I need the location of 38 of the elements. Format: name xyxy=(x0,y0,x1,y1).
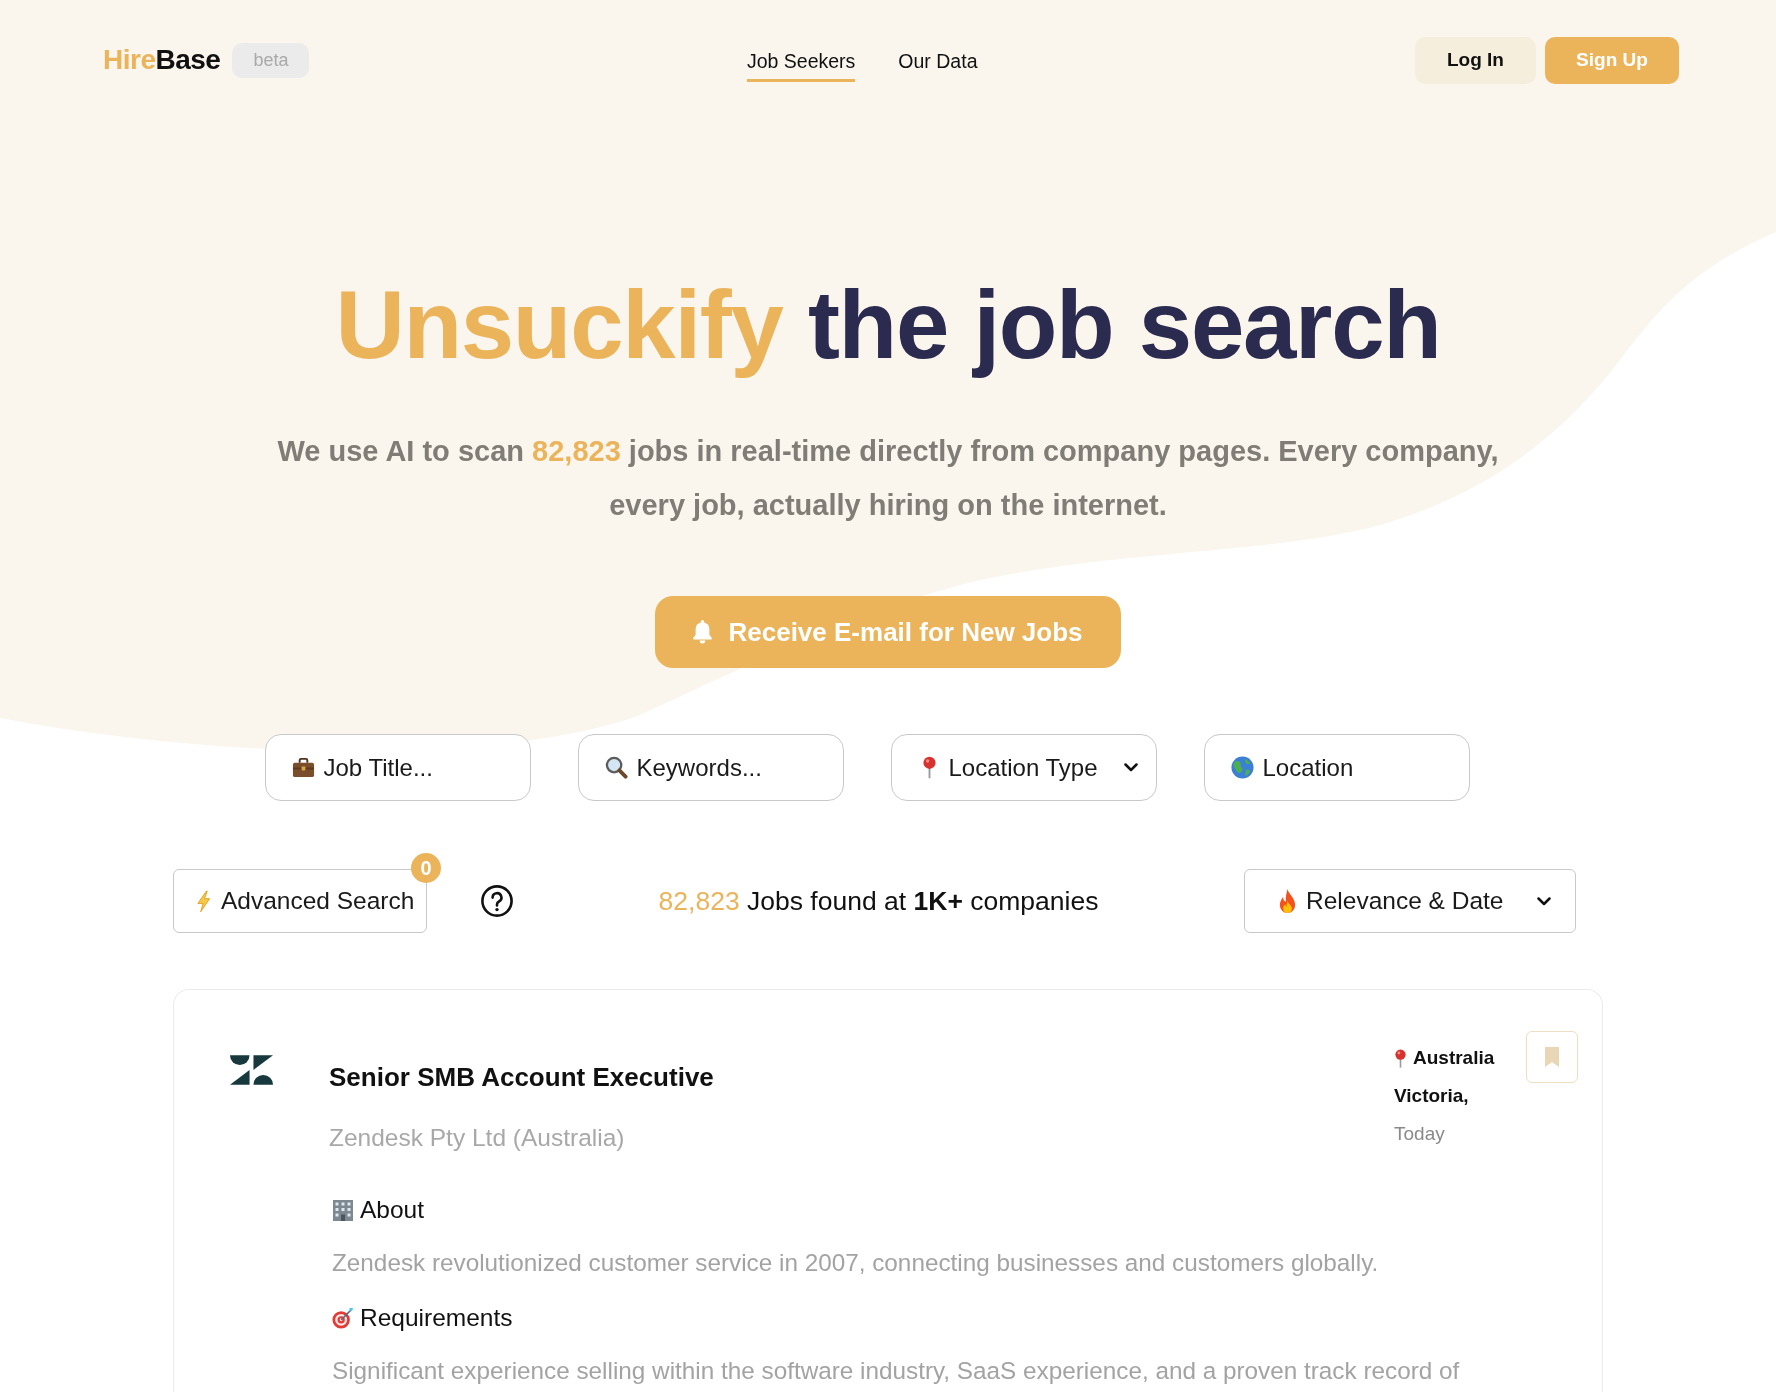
company-name: Zendesk Pty Ltd (Australia) xyxy=(329,1123,625,1153)
search-icon xyxy=(604,756,628,779)
location-type-dropdown[interactable]: Location Type xyxy=(890,734,1157,801)
hero-subtitle: We use AI to scan 82,823 jobs in real-time directly from company pages. Every company, every job, actually hiring on the internet. xyxy=(276,434,1500,523)
globe-icon xyxy=(1230,756,1254,779)
posted-date: Today xyxy=(1394,1122,1445,1146)
job-country: Australia xyxy=(1413,1046,1495,1070)
section-text: Significant experience selling within the software industry, SaaS experience, and a proven track record of xyxy=(332,1356,1460,1386)
chevron-down-icon xyxy=(1537,896,1551,906)
logo-wordmark[interactable]: HireBase xyxy=(103,44,221,76)
filter-count-badge: 0 xyxy=(411,853,441,883)
login-button[interactable]: Log In xyxy=(1415,36,1536,84)
company-logo xyxy=(230,1054,273,1086)
nav-link[interactable]: Our Data xyxy=(898,38,978,82)
section-heading: About xyxy=(360,1196,425,1224)
results-summary: 82,823 Jobs found at 1K+ companies xyxy=(658,885,1099,917)
bell-icon xyxy=(693,620,713,644)
help-icon[interactable] xyxy=(481,885,513,917)
building-icon xyxy=(332,1199,354,1221)
location-field[interactable]: Location xyxy=(1203,734,1470,801)
fire-icon xyxy=(1279,889,1296,913)
chevron-down-icon xyxy=(1123,763,1138,772)
sort-dropdown[interactable]: Relevance & Date xyxy=(1244,869,1576,933)
pin-icon xyxy=(921,756,937,779)
target-icon xyxy=(332,1307,354,1329)
bookmark-icon xyxy=(1544,1046,1560,1068)
job-title-field[interactable]: Job Title... xyxy=(264,734,531,801)
hero-title: Unsuckify the job search xyxy=(335,270,1441,380)
job-title[interactable]: Senior SMB Account Executive xyxy=(329,1060,714,1094)
job-region: Victoria, xyxy=(1394,1084,1469,1108)
lightning-icon xyxy=(196,889,211,913)
section-text: Zendesk revolutionized customer service in 2007, connecting businesses and customers globally. xyxy=(332,1248,1379,1278)
beta-badge: beta xyxy=(232,42,310,78)
pin-icon xyxy=(1394,1048,1407,1068)
briefcase-icon xyxy=(291,756,315,779)
section-heading: Requirements xyxy=(360,1304,513,1332)
keywords-field[interactable]: Keywords... xyxy=(577,734,844,801)
nav-link[interactable]: Job Seekers xyxy=(746,38,856,82)
